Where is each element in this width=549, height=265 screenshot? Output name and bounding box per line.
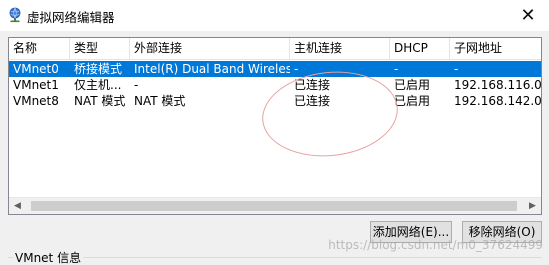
cell-dhcp: 已启用 <box>394 78 431 92</box>
column-header-name[interactable]: 名称 <box>9 38 70 59</box>
watermark: https://blog.csdn.net/m0_37624499 <box>328 238 543 252</box>
cell-type: 仅主机... <box>74 78 122 92</box>
close-button[interactable]: ✕ <box>507 0 549 31</box>
cell-subnet: 192.168.142.0 <box>454 94 542 108</box>
horizontal-scrollbar[interactable]: ◀ ▶ <box>9 197 541 214</box>
cell-external-connection: NAT 模式 <box>134 94 186 108</box>
vmnet-info-label: VMnet 信息 <box>13 249 84 265</box>
cell-host-connection: 已连接 <box>294 94 331 108</box>
vmnet-info-groupbox <box>8 257 542 265</box>
cell-name: VMnet1 <box>13 78 59 92</box>
title-bar: 虚拟网络编辑器 ✕ <box>0 0 549 31</box>
cell-dhcp: 已启用 <box>394 94 431 108</box>
cell-external-connection: Intel(R) Dual Band Wireless-A... <box>134 62 290 76</box>
cell-type: NAT 模式 <box>74 94 126 108</box>
cell-type: 桥接模式 <box>74 62 123 76</box>
cell-external-connection: - <box>134 78 139 92</box>
cell-subnet: 192.168.116.0 <box>454 78 542 92</box>
table-row[interactable]: VMnet1 仅主机... - 已连接 已启用 192.168.116.0 <box>9 77 541 93</box>
column-header-external-connection[interactable]: 外部连接 <box>130 38 290 59</box>
network-globe-icon <box>9 7 21 23</box>
cell-host-connection: - <box>294 62 299 76</box>
scroll-thumb[interactable] <box>31 201 517 211</box>
cell-host-connection: 已连接 <box>294 78 331 92</box>
column-header-type[interactable]: 类型 <box>70 38 130 59</box>
column-header-subnet[interactable]: 子网地址 <box>450 38 541 59</box>
scroll-left-icon[interactable]: ◀ <box>9 198 26 214</box>
virtual-network-table[interactable]: 名称 类型 外部连接 主机连接 DHCP 子网地址 VMnet0 桥接模式 In… <box>8 37 542 215</box>
column-header-host-connection[interactable]: 主机连接 <box>290 38 390 59</box>
cell-name: VMnet0 <box>13 62 59 76</box>
cell-name: VMnet8 <box>13 94 59 108</box>
cell-subnet: - <box>454 62 459 76</box>
table-row[interactable]: VMnet0 桥接模式 Intel(R) Dual Band Wireless-… <box>9 61 541 77</box>
cell-dhcp: - <box>394 62 399 76</box>
column-header-dhcp[interactable]: DHCP <box>390 38 450 59</box>
table-header: 名称 类型 外部连接 主机连接 DHCP 子网地址 <box>9 38 541 60</box>
table-row[interactable]: VMnet8 NAT 模式 NAT 模式 已连接 已启用 192.168.142… <box>9 93 541 109</box>
window-title: 虚拟网络编辑器 <box>27 10 115 25</box>
scroll-right-icon[interactable]: ▶ <box>524 198 541 214</box>
